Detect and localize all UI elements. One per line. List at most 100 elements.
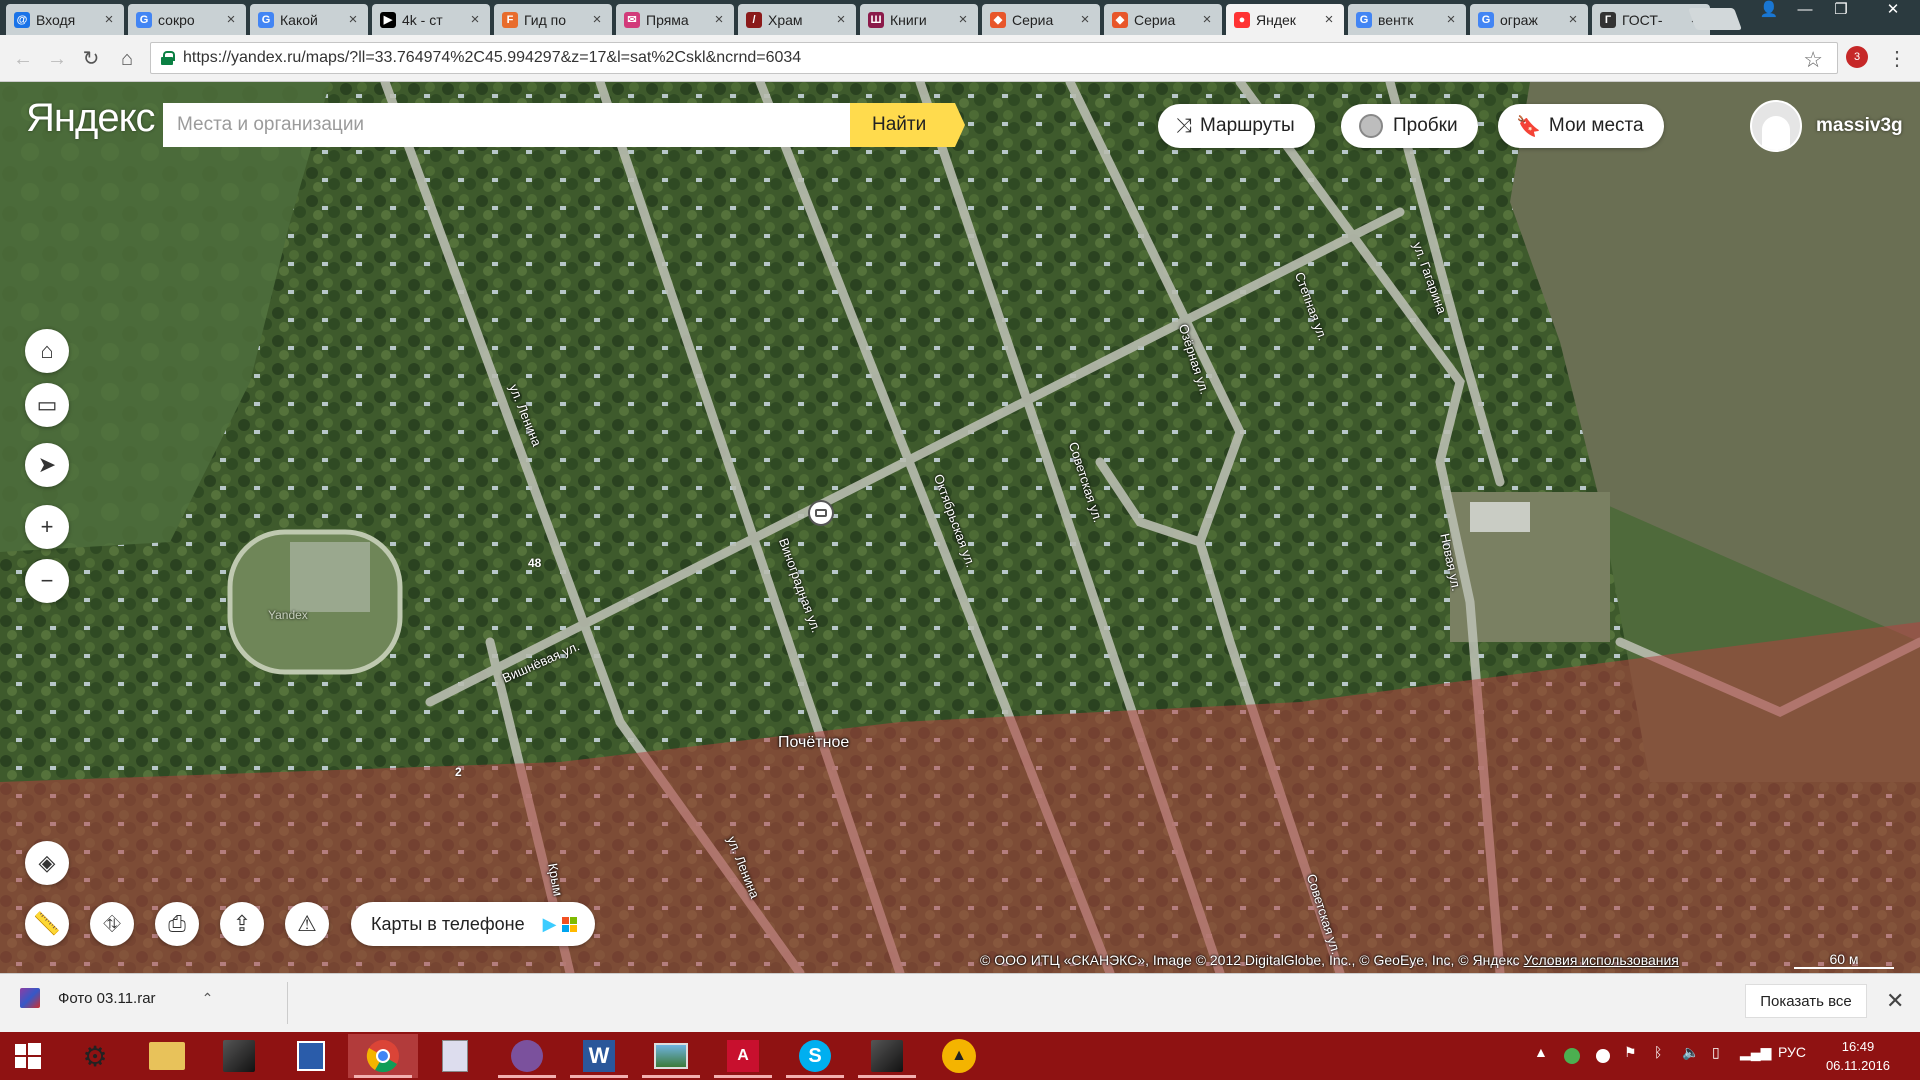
forward-button[interactable]: → (44, 46, 70, 72)
browser-tab[interactable]: Gвентк × (1348, 4, 1466, 35)
tab-close-icon[interactable]: × (956, 11, 970, 28)
my-places-button[interactable]: 🔖 Мои места (1498, 104, 1664, 148)
browser-tab[interactable]: Ш Книги × (860, 4, 978, 35)
taskbar-explorer-icon[interactable] (132, 1034, 202, 1078)
briefcase-icon: ▭ (36, 392, 58, 417)
geolocation-button[interactable]: ➤ (25, 443, 69, 487)
tray-bluetooth-icon[interactable]: ᛒ (1654, 1044, 1662, 1060)
yandex-logo[interactable]: Яндекс (26, 96, 156, 141)
tab-favicon-icon: G (1356, 11, 1372, 28)
show-all-button[interactable]: Показать все (1745, 984, 1867, 1018)
minimize-button[interactable]: — (1788, 0, 1822, 22)
tab-close-icon[interactable]: × (1322, 11, 1336, 28)
taskbar-archicad2-icon[interactable] (852, 1034, 922, 1078)
maximize-button[interactable]: ❐ (1824, 0, 1858, 22)
maps-in-phone-label: Карты в телефоне (371, 913, 525, 934)
panorama-button[interactable]: ▭ (25, 383, 69, 427)
tab-close-icon[interactable]: × (590, 11, 604, 28)
panorama-binoculars-button[interactable]: ⛗ (90, 902, 134, 946)
browser-tab[interactable]: Gсокро × (128, 4, 246, 35)
tab-close-icon[interactable]: × (712, 11, 726, 28)
user-menu[interactable]: massiv3g (1750, 100, 1903, 152)
share-button[interactable]: ⇪ (220, 902, 264, 946)
tray-flag-icon[interactable]: ⚑ (1624, 1044, 1637, 1061)
tab-close-icon[interactable]: × (1078, 11, 1092, 28)
tray-app-icon[interactable] (1564, 1048, 1580, 1064)
clock[interactable]: 16:49 06.11.2016 (1818, 1037, 1898, 1075)
settlement-label[interactable]: Почётное (778, 734, 849, 752)
taskbar-photos-icon[interactable] (636, 1034, 706, 1078)
map-canvas[interactable]: Яндекс Места и организации Найти ⤨ Маршр… (0, 82, 1920, 973)
taskbar-archicad-icon[interactable] (204, 1034, 274, 1078)
ruler-button[interactable]: 📏 (25, 902, 69, 946)
printer-icon: ⎙ (168, 911, 186, 936)
report-error-button[interactable]: ⚠ (285, 902, 329, 946)
map-watermark: Yandex (268, 608, 308, 622)
browser-tab[interactable]: ◆ Сериа × (1104, 4, 1222, 35)
taskbar-autocad-icon[interactable]: A (708, 1034, 778, 1078)
terms-link[interactable]: Условия использования (1524, 952, 1679, 968)
chevron-up-icon[interactable]: ⌃ (202, 990, 214, 1007)
traffic-button[interactable]: Пробки (1341, 104, 1478, 148)
maps-in-phone-button[interactable]: Карты в телефоне ▶ (351, 902, 596, 946)
tray-network-icon[interactable]: ▂▄▆ (1740, 1044, 1771, 1061)
close-shelf-icon[interactable]: ✕ (1886, 988, 1904, 1014)
home-button[interactable]: ⌂ (114, 46, 140, 72)
zoom-in-button[interactable]: + (25, 505, 69, 549)
browser-tab[interactable]: ✉ Пряма × (616, 4, 734, 35)
tab-title: Храм (768, 11, 803, 28)
extension-icon[interactable]: 3 (1846, 46, 1868, 68)
tab-close-icon[interactable]: × (102, 11, 116, 28)
download-item[interactable]: Фото 03.11.rar ⌃ (20, 988, 213, 1008)
browser-tab[interactable]: @ Входя × (6, 4, 124, 35)
taskbar-chrome-icon[interactable] (348, 1034, 418, 1078)
menu-icon[interactable]: ⋮ (1884, 46, 1910, 72)
browser-tab[interactable]: / Храм × (738, 4, 856, 35)
tab-close-icon[interactable]: × (346, 11, 360, 28)
routes-button[interactable]: ⤨ Маршруты (1158, 104, 1315, 148)
close-window-button[interactable]: ✕ (1866, 0, 1920, 22)
browser-tab[interactable]: ● Яндек × (1226, 4, 1344, 35)
browser-tab[interactable]: G Какой × (250, 4, 368, 35)
tab-close-icon[interactable]: × (834, 11, 848, 28)
taskbar-settings-icon[interactable]: ⚙ (60, 1034, 130, 1078)
bus-stop-icon[interactable] (808, 500, 834, 526)
new-tab-button[interactable] (1687, 8, 1743, 30)
tray-volume-icon[interactable]: 🔈 (1682, 1044, 1699, 1061)
tab-close-icon[interactable]: × (1444, 11, 1458, 28)
tab-close-icon[interactable]: × (1200, 11, 1214, 28)
profile-icon[interactable]: 👤 (1752, 0, 1786, 22)
tab-close-icon[interactable]: × (224, 11, 238, 28)
start-button[interactable] (0, 1034, 56, 1078)
taskbar-notes-icon[interactable] (276, 1034, 346, 1078)
tab-title: сокро (158, 11, 195, 28)
tray-vpn-icon[interactable] (1596, 1049, 1610, 1063)
search-button[interactable]: Найти (850, 103, 965, 147)
tab-favicon-icon: ◆ (990, 11, 1006, 28)
search-input[interactable]: Места и организации (163, 103, 850, 147)
back-button[interactable]: ← (10, 46, 36, 72)
layers-button[interactable]: ◈ (25, 841, 69, 885)
language-indicator[interactable]: РУС (1778, 1044, 1806, 1060)
browser-tab[interactable]: ◆ Сериа × (982, 4, 1100, 35)
tab-close-icon[interactable]: × (468, 11, 482, 28)
zoom-out-button[interactable]: − (25, 559, 69, 603)
taskbar-viber-icon[interactable] (492, 1034, 562, 1078)
clock-time: 16:49 (1841, 1039, 1875, 1054)
address-bar[interactable]: https://yandex.ru/maps/?ll=33.764974%2C4… (150, 42, 1838, 74)
home-location-button[interactable]: ⌂ (25, 329, 69, 373)
tab-close-icon[interactable]: × (1566, 11, 1580, 28)
tray-chevron-icon[interactable]: ▲ (1534, 1044, 1548, 1060)
taskbar-calculator-icon[interactable] (420, 1034, 490, 1078)
browser-tab[interactable]: ▶ 4k - ст × (372, 4, 490, 35)
print-button[interactable]: ⎙ (155, 902, 199, 946)
tray-battery-icon[interactable]: ▯ (1712, 1044, 1720, 1061)
bookmark-star-icon[interactable]: ☆ (1803, 47, 1823, 73)
reload-button[interactable]: ↻ (78, 46, 104, 72)
taskbar-skype-icon[interactable]: S (780, 1034, 850, 1078)
browser-tab[interactable]: F Гид по × (494, 4, 612, 35)
taskbar-app-icon[interactable]: ▲ (924, 1034, 994, 1078)
archive-icon (20, 988, 40, 1008)
taskbar-word-icon[interactable]: W (564, 1034, 634, 1078)
browser-tab[interactable]: Gограж × (1470, 4, 1588, 35)
